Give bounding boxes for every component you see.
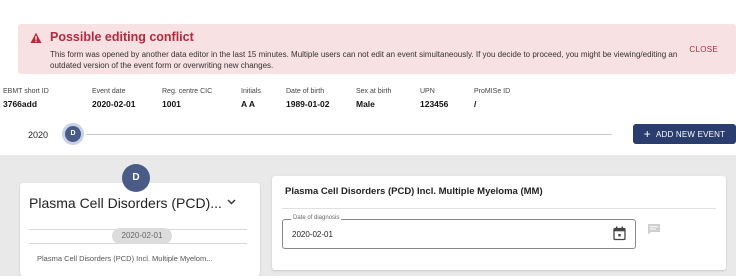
event-marker-avatar: D <box>122 164 150 192</box>
event-timeline: 2020 D + ADD NEW EVENT <box>0 122 736 148</box>
info-reg-centre: Reg. centre CIC 1001 <box>162 88 212 109</box>
date-of-diagnosis-field[interactable]: Date of diagnosis 2020-02-01 <box>282 215 636 249</box>
info-value: 3766add <box>3 99 38 109</box>
info-label: Initials <box>241 88 261 95</box>
info-promise-id: ProMISe ID / <box>474 88 510 109</box>
timeline-event-marker[interactable]: D <box>62 123 84 145</box>
event-form-card: Plasma Cell Disorders (PCD) Incl. Multip… <box>272 176 726 270</box>
plus-icon: + <box>643 127 651 141</box>
timeline-year: 2020 <box>28 130 49 140</box>
warning-icon <box>30 32 42 43</box>
divider <box>282 208 716 209</box>
info-label: EBMT short ID <box>3 88 49 95</box>
info-label: UPN <box>420 88 435 95</box>
timeline-line <box>86 134 612 135</box>
info-value: 123456 <box>420 99 449 109</box>
info-upn: UPN 123456 <box>420 88 448 109</box>
info-value: / <box>474 99 477 109</box>
add-new-event-button[interactable]: + ADD NEW EVENT <box>633 124 736 144</box>
add-new-event-label: ADD NEW EVENT <box>655 129 726 139</box>
conflict-alert: Possible editing conflict This form was … <box>18 24 736 74</box>
field-label: Date of diagnosis <box>291 215 342 221</box>
info-value: Male <box>356 99 375 109</box>
calendar-icon[interactable] <box>613 226 626 241</box>
patient-info-bar: EBMT short ID 3766add Event date 2020-02… <box>0 88 736 118</box>
event-summary-card: Plasma Cell Disorders (PCD)... 2020-02-0… <box>20 183 260 276</box>
info-value: 2020-02-01 <box>92 99 136 109</box>
info-value: 1989-01-02 <box>286 99 330 109</box>
comment-icon[interactable] <box>647 223 661 235</box>
alert-message: This form was opened by another data edi… <box>50 50 678 70</box>
page: Possible editing conflict This form was … <box>0 0 736 276</box>
info-sex-at-birth: Sex at birth Male <box>356 88 391 109</box>
form-title: Plasma Cell Disorders (PCD) Incl. Multip… <box>285 186 543 197</box>
info-label: ProMISe ID <box>474 88 511 95</box>
info-value: 1001 <box>162 99 181 109</box>
chevron-down-icon[interactable] <box>227 197 236 208</box>
event-date-chip: 2020-02-01 <box>112 228 172 244</box>
info-label: Sex at birth <box>356 88 392 95</box>
info-label: Date of birth <box>286 88 325 95</box>
info-value: A A <box>241 99 256 109</box>
alert-title: Possible editing conflict <box>50 30 194 44</box>
field-value: 2020-02-01 <box>292 230 333 239</box>
info-label: Reg. centre CIC <box>162 88 213 95</box>
event-form-link[interactable]: Plasma Cell Disorders (PCD) Incl. Multip… <box>37 254 212 263</box>
close-button[interactable]: CLOSE <box>689 45 718 54</box>
info-initials: Initials A A <box>241 88 261 109</box>
info-date-of-birth: Date of birth 1989-01-02 <box>286 88 329 109</box>
info-event-date: Event date 2020-02-01 <box>92 88 135 109</box>
info-ebmt-id: EBMT short ID 3766add <box>3 88 49 109</box>
info-label: Event date <box>92 88 126 95</box>
event-title: Plasma Cell Disorders (PCD)... <box>29 195 222 211</box>
